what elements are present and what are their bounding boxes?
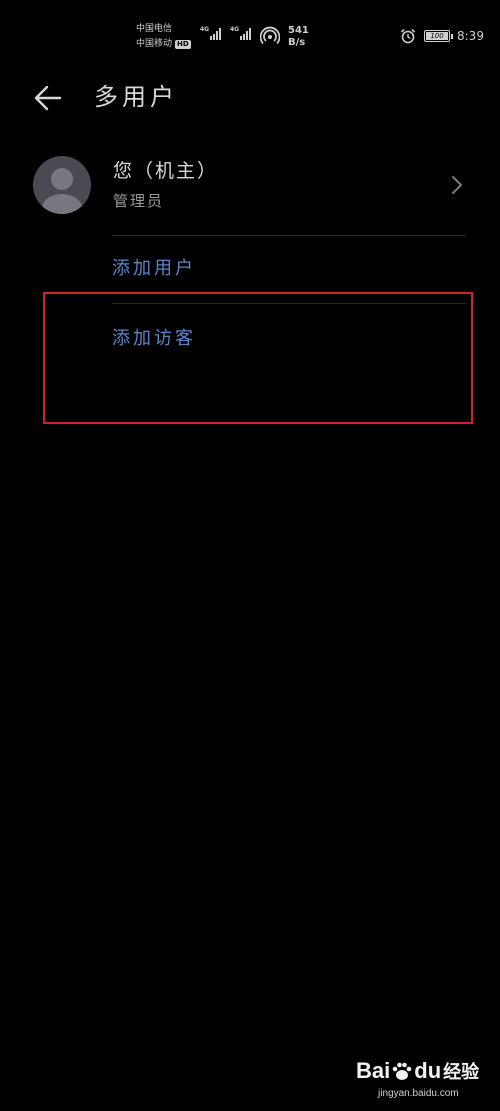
divider — [112, 235, 466, 236]
watermark-logo-left: Bai — [356, 1058, 391, 1083]
baidu-jingyan-watermark: Bai du 经验 jingyan.baidu.com — [356, 1056, 496, 1106]
status-bar: 中国电信 中国移动 HD 4G 4G 541 B/s 100 8:39 — [0, 0, 500, 60]
signal-1: 4G — [200, 26, 222, 40]
watermark-logo: Bai du 经验 — [356, 1058, 479, 1084]
user-silhouette-icon — [42, 168, 82, 214]
user-role: 管理员 — [113, 192, 165, 210]
status-time: 8:39 — [457, 29, 484, 43]
watermark-url: jingyan.baidu.com — [378, 1088, 459, 1099]
add-guest-button[interactable]: 添加访客 — [112, 326, 196, 352]
highlight-annotation — [43, 292, 473, 424]
watermark-logo-suffix: 经验 — [443, 1062, 480, 1082]
signal-bars-2-icon — [240, 26, 252, 40]
watermark-logo-right: du — [414, 1058, 442, 1083]
network-type-1: 4G — [200, 26, 210, 33]
battery-icon: 100 — [424, 30, 453, 42]
network-type-2: 4G — [230, 26, 240, 33]
back-button[interactable] — [28, 78, 68, 118]
speed-value: 541 — [288, 25, 309, 36]
hd-badge: HD — [175, 40, 191, 49]
user-name: 您（机主） — [113, 160, 219, 182]
network-speed: 541 B/s — [288, 25, 309, 49]
hotspot-icon — [260, 26, 280, 45]
carrier-1-label: 中国电信 — [136, 24, 173, 34]
signal-2: 4G — [230, 26, 252, 40]
arrow-left-icon — [34, 85, 62, 111]
carrier-info: 中国电信 中国移动 HD — [136, 22, 191, 52]
page-title: 多用户 — [94, 83, 178, 111]
chevron-right-icon — [452, 176, 462, 194]
carrier-2-label: 中国移动 — [136, 39, 173, 49]
signal-bars-1-icon — [210, 26, 222, 40]
add-user-button[interactable]: 添加用户 — [112, 256, 196, 282]
paw-icon — [392, 1062, 412, 1080]
speed-unit: B/s — [288, 37, 306, 48]
divider — [112, 303, 466, 304]
current-user-row[interactable]: 您（机主） 管理员 — [20, 148, 480, 232]
alarm-clock-icon — [400, 28, 416, 44]
avatar — [33, 156, 91, 214]
battery-level: 100 — [426, 32, 448, 40]
